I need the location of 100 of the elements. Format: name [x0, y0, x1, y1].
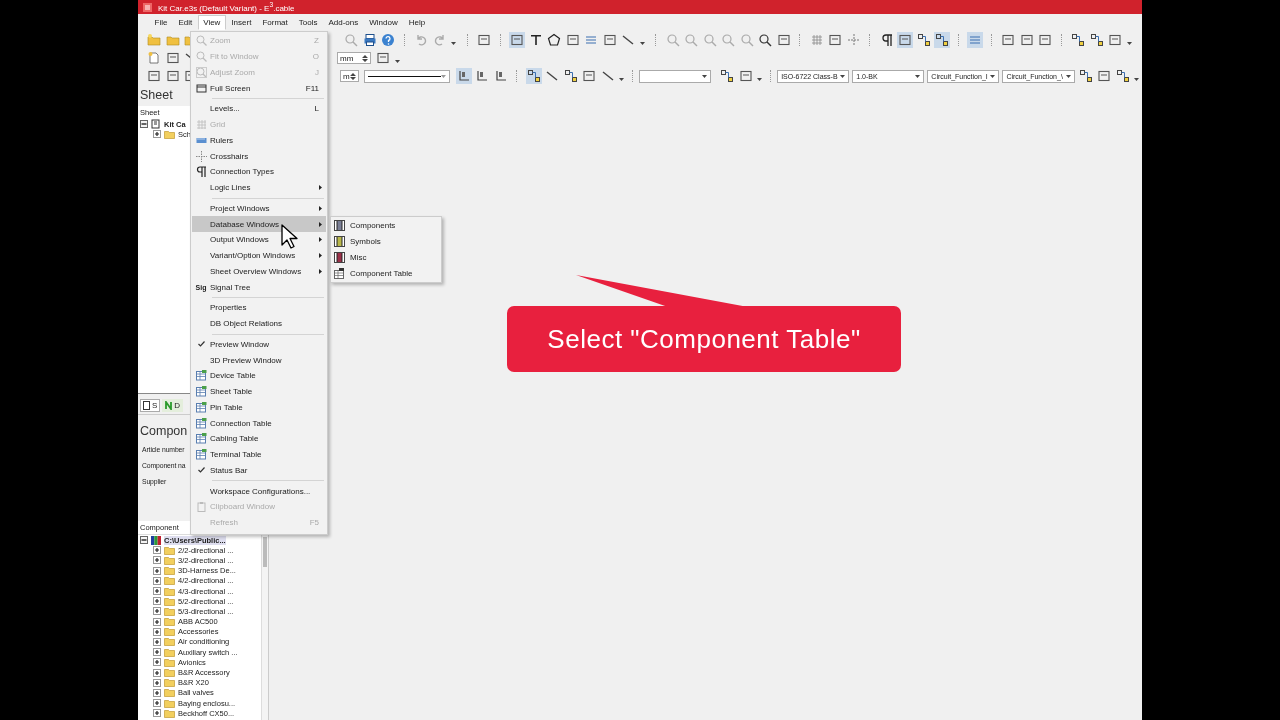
menu-item[interactable]: Component Table: [331, 265, 441, 282]
tree-toggle-icon[interactable]: [153, 587, 161, 596]
menu-item[interactable]: Device Table: [192, 368, 326, 384]
menu-item[interactable]: 3D Preview Window: [192, 352, 326, 368]
frame-icon[interactable]: [375, 50, 391, 66]
nodes-icon[interactable]: [525, 68, 542, 84]
dropdown-caret-icon[interactable]: [1126, 41, 1132, 45]
menu-item[interactable]: Status Bar: [192, 462, 326, 479]
frame-icon[interactable]: [1018, 32, 1035, 48]
menu-item[interactable]: Connection Types: [192, 164, 326, 180]
menu-item[interactable]: Full Screen F11: [192, 80, 326, 96]
menu-item[interactable]: Misc: [331, 249, 441, 266]
menu-item[interactable]: Sheet Overview Windows: [192, 263, 326, 280]
tree-toggle-icon[interactable]: [153, 617, 161, 626]
menu-item[interactable]: DB Object Relations: [192, 315, 326, 332]
frame-icon[interactable]: [1000, 32, 1016, 48]
nodes-icon[interactable]: [1114, 68, 1131, 84]
tree-toggle-icon[interactable]: [153, 556, 161, 565]
tree-toggle-icon[interactable]: [153, 668, 161, 677]
menu-item[interactable]: Output Windows: [192, 232, 326, 248]
tree-toggle-icon[interactable]: [153, 576, 161, 585]
unit-field[interactable]: m: [340, 70, 359, 82]
menu-item[interactable]: Workspace Configurations...: [192, 483, 326, 499]
scrollbar-thumb[interactable]: [263, 537, 267, 567]
tree-toggle-icon[interactable]: [153, 566, 161, 575]
menu-item[interactable]: Components: [331, 218, 441, 234]
frame-icon[interactable]: [564, 32, 581, 48]
tree-toggle-icon[interactable]: [153, 678, 161, 687]
menu-item[interactable]: Database Windows: [192, 216, 326, 232]
menu-item[interactable]: Edit: [172, 15, 198, 30]
menu-item[interactable]: Tools: [293, 15, 323, 30]
menu-item[interactable]: Rulers: [192, 132, 326, 149]
menu-item[interactable]: Terminal Table: [192, 446, 326, 463]
frame-icon[interactable]: [1107, 32, 1123, 48]
nodes-icon[interactable]: [915, 32, 932, 48]
dropdown-caret-icon[interactable]: [394, 59, 400, 63]
menu-item[interactable]: Insert: [225, 15, 257, 30]
tree-toggle-icon[interactable]: [153, 130, 161, 139]
menu-item[interactable]: Preview Window: [192, 336, 326, 353]
tree-toggle-icon[interactable]: [153, 637, 161, 646]
pin-icon[interactable]: [455, 68, 472, 84]
unit-field[interactable]: mm: [337, 52, 371, 64]
menu-item[interactable]: File: [149, 15, 173, 30]
frame-icon[interactable]: [601, 32, 618, 48]
menu-item[interactable]: View: [197, 15, 226, 30]
nodes-icon[interactable]: [562, 68, 579, 84]
menu-item[interactable]: Variant/Option Windows: [192, 247, 326, 264]
tree-toggle-icon[interactable]: [153, 709, 161, 718]
search-icon[interactable]: [757, 32, 773, 48]
frame-icon[interactable]: [164, 68, 181, 84]
menu-item[interactable]: Logic Lines: [192, 179, 326, 196]
tree-toggle-icon[interactable]: [153, 688, 161, 697]
menu-item[interactable]: Window: [363, 15, 404, 30]
frame-icon[interactable]: [509, 32, 525, 48]
frame-icon[interactable]: [1096, 68, 1112, 84]
pentagon-icon[interactable]: [546, 32, 562, 48]
help-icon[interactable]: [380, 32, 396, 48]
nodes-icon[interactable]: [1088, 32, 1105, 48]
dropdown-caret-icon[interactable]: [451, 41, 456, 45]
tree-toggle-icon[interactable]: [153, 699, 161, 708]
nodes-icon[interactable]: [934, 32, 950, 48]
frame-icon[interactable]: [897, 32, 913, 48]
nodes-icon[interactable]: [719, 68, 736, 84]
menu-item[interactable]: Pin Table: [192, 399, 326, 416]
menu-item[interactable]: Properties: [192, 300, 326, 316]
tree-toggle-icon[interactable]: [153, 597, 161, 606]
frame-icon[interactable]: [476, 32, 492, 48]
frame-icon[interactable]: [827, 32, 843, 48]
dropdown-caret-icon[interactable]: [639, 41, 645, 45]
tree-toggle-icon[interactable]: [140, 120, 148, 129]
scrollbar[interactable]: [261, 535, 268, 720]
frame-icon[interactable]: [1037, 32, 1053, 48]
nodes-icon[interactable]: [1070, 32, 1086, 48]
frame-icon[interactable]: [581, 68, 598, 84]
spinner-icon[interactable]: [349, 71, 356, 81]
tree-toggle-icon[interactable]: [140, 536, 148, 545]
menu-item[interactable]: Symbols: [331, 233, 441, 250]
dropdown-caret-icon[interactable]: [1134, 77, 1139, 81]
tree-toggle-icon[interactable]: [153, 658, 161, 667]
menu-item[interactable]: Connection Table: [192, 415, 326, 431]
panel-tab[interactable]: D: [162, 398, 184, 412]
line-style-dropdown[interactable]: [363, 69, 450, 83]
tree-toggle-icon[interactable]: [153, 546, 161, 555]
frame-icon[interactable]: [737, 68, 754, 84]
frame-icon[interactable]: [775, 32, 792, 48]
frame-icon[interactable]: [146, 68, 162, 84]
spinner-icon[interactable]: [362, 53, 368, 63]
panel-tab[interactable]: S: [140, 398, 161, 412]
menu-item[interactable]: Help: [403, 15, 431, 30]
dropdown-caret-icon[interactable]: [619, 77, 625, 81]
frame-icon[interactable]: [164, 50, 181, 66]
menu-item[interactable]: Format: [256, 15, 294, 30]
tree-toggle-icon[interactable]: [153, 627, 161, 636]
nodes-icon[interactable]: [1077, 68, 1094, 84]
menu-item[interactable]: Sheet Table: [192, 383, 326, 400]
menu-item[interactable]: Crosshairs: [192, 148, 326, 164]
menu-item[interactable]: Project Windows: [192, 200, 326, 217]
menu-item[interactable]: Cabling Table: [192, 431, 326, 447]
menu-item[interactable]: Add-ons: [322, 15, 364, 30]
dropdown-caret-icon[interactable]: [757, 77, 763, 81]
